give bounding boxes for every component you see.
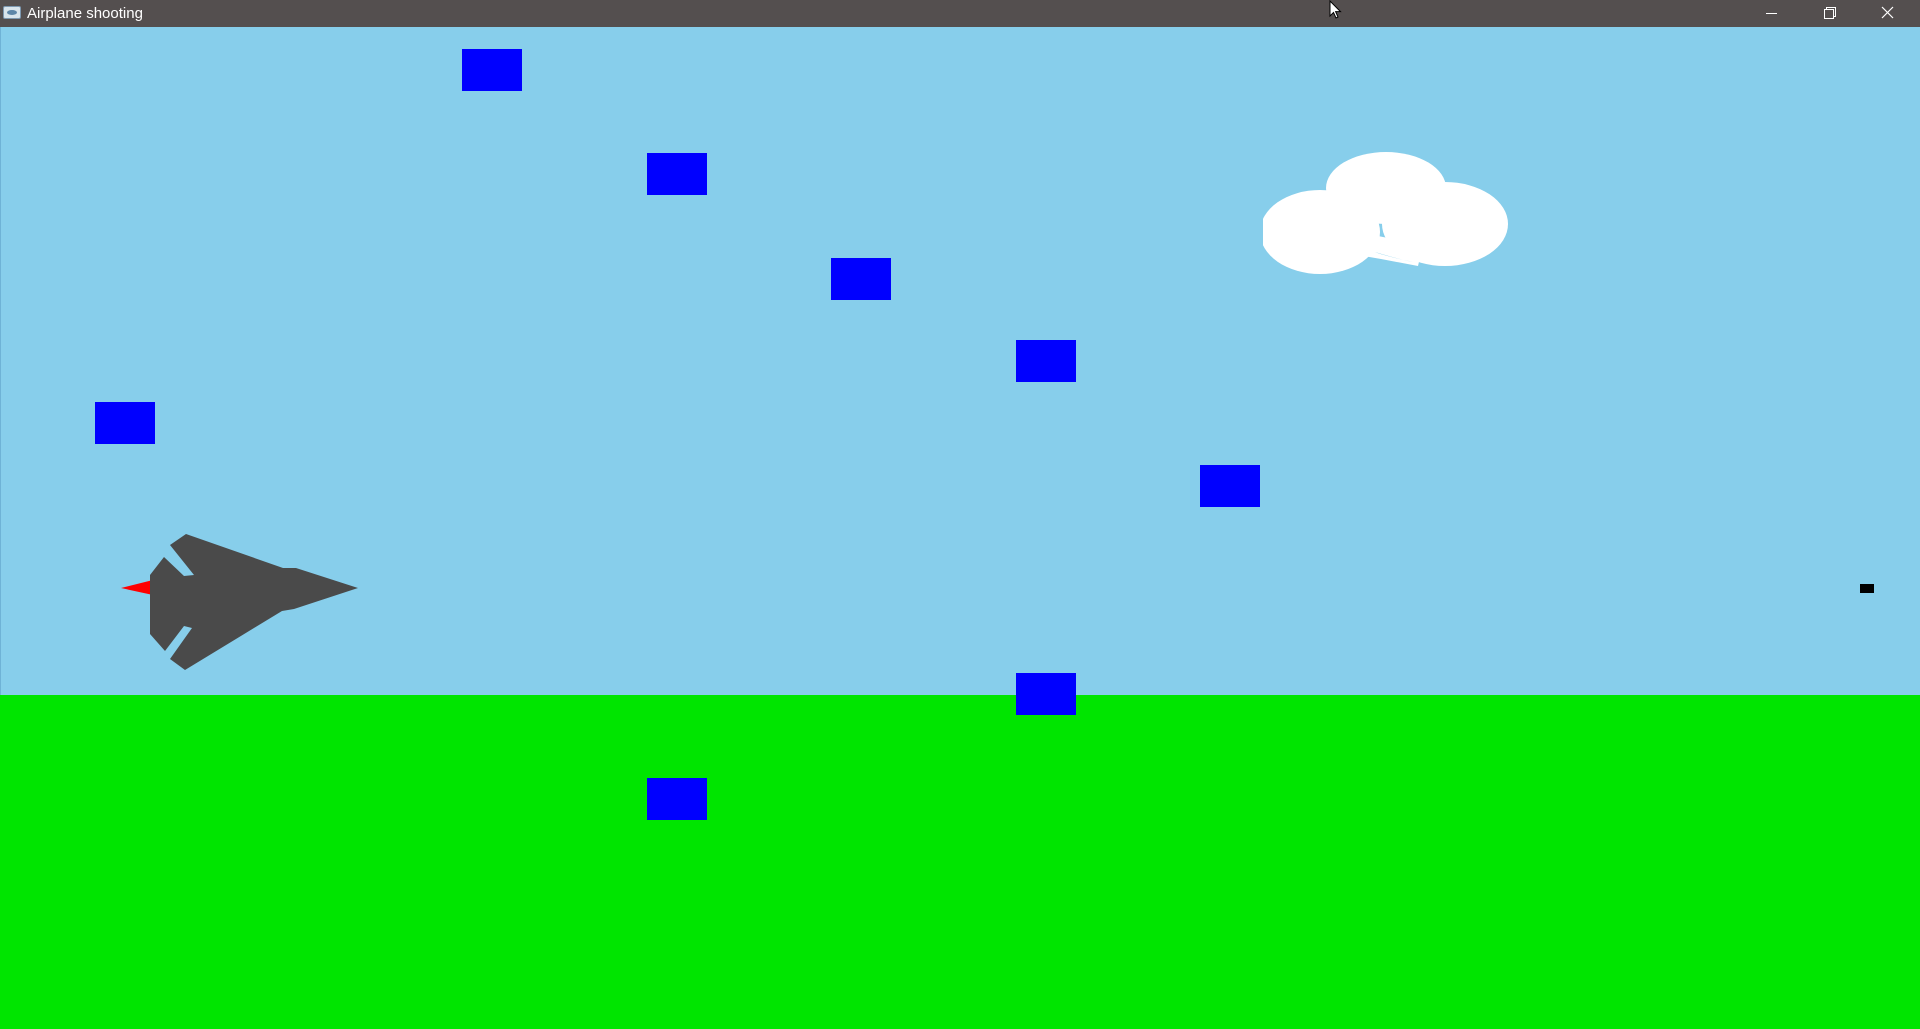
target-block xyxy=(1016,340,1076,382)
minimize-button[interactable] xyxy=(1742,0,1800,27)
target-block xyxy=(1016,673,1076,715)
cloud xyxy=(1263,152,1508,274)
player-airplane[interactable] xyxy=(118,505,362,675)
target-block xyxy=(647,778,707,820)
mouse-cursor-icon xyxy=(1329,0,1342,19)
title-bar[interactable]: Airplane shooting xyxy=(0,0,1920,27)
game-window: Airplane shooting xyxy=(0,0,1920,1029)
minimize-icon xyxy=(1766,13,1777,14)
maximize-icon xyxy=(1824,7,1836,19)
app-icon xyxy=(3,6,21,19)
close-icon xyxy=(1881,6,1894,19)
ground xyxy=(0,695,1920,1029)
target-block xyxy=(95,402,155,444)
target-block xyxy=(647,153,707,195)
bullet xyxy=(1860,584,1874,593)
plane-body xyxy=(150,534,358,670)
close-button[interactable] xyxy=(1858,0,1916,27)
maximize-button[interactable] xyxy=(1800,0,1858,27)
target-block xyxy=(1200,465,1260,507)
target-block xyxy=(831,258,891,300)
exhaust-flame xyxy=(121,580,153,595)
target-block xyxy=(462,49,522,91)
window-title: Airplane shooting xyxy=(27,5,143,22)
window-border xyxy=(0,27,1,695)
game-canvas[interactable] xyxy=(0,27,1920,1029)
